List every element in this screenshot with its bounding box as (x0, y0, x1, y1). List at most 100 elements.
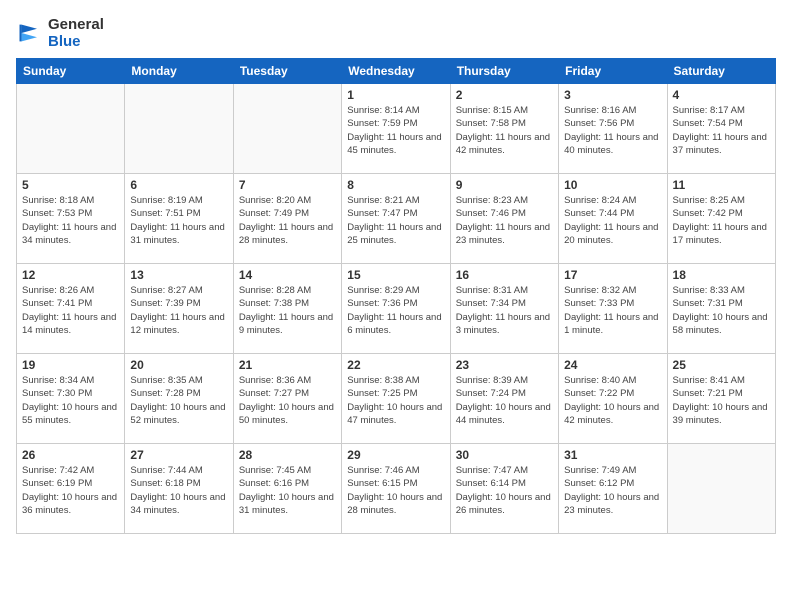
day-number: 4 (673, 88, 770, 102)
day-info: Sunrise: 7:44 AM Sunset: 6:18 PM Dayligh… (130, 464, 227, 517)
calendar-day-header: Sunday (17, 59, 125, 84)
day-info: Sunrise: 8:21 AM Sunset: 7:47 PM Dayligh… (347, 194, 444, 247)
calendar-cell (125, 84, 233, 174)
day-number: 3 (564, 88, 661, 102)
calendar-day-header: Thursday (450, 59, 558, 84)
day-info: Sunrise: 8:20 AM Sunset: 7:49 PM Dayligh… (239, 194, 336, 247)
calendar-week-row: 26 Sunrise: 7:42 AM Sunset: 6:19 PM Dayli… (17, 444, 776, 534)
day-number: 17 (564, 268, 661, 282)
day-info: Sunrise: 8:40 AM Sunset: 7:22 PM Dayligh… (564, 374, 661, 427)
calendar-cell (233, 84, 341, 174)
calendar-cell: 19 Sunrise: 8:34 AM Sunset: 7:30 PM Dayli… (17, 354, 125, 444)
calendar-cell: 18Sunrise: 8:33 AM Sunset: 7:31 PM Dayli… (667, 264, 775, 354)
day-info: Sunrise: 7:42 AM Sunset: 6:19 PM Dayligh… (22, 464, 119, 517)
day-number: 21 (239, 358, 336, 372)
calendar-cell: 8 Sunrise: 8:21 AM Sunset: 7:47 PM Daylig… (342, 174, 450, 264)
calendar-day-header: Saturday (667, 59, 775, 84)
day-info: Sunrise: 8:14 AM Sunset: 7:59 PM Dayligh… (347, 104, 444, 157)
day-info: Sunrise: 8:31 AM Sunset: 7:34 PM Dayligh… (456, 284, 553, 337)
calendar-cell: 30 Sunrise: 7:47 AM Sunset: 6:14 PM Dayli… (450, 444, 558, 534)
day-info: Sunrise: 8:23 AM Sunset: 7:46 PM Dayligh… (456, 194, 553, 247)
calendar-cell: 20 Sunrise: 8:35 AM Sunset: 7:28 PM Dayli… (125, 354, 233, 444)
day-info: Sunrise: 7:49 AM Sunset: 6:12 PM Dayligh… (564, 464, 661, 517)
day-number: 9 (456, 178, 553, 192)
calendar-cell (17, 84, 125, 174)
day-info: Sunrise: 8:33 AM Sunset: 7:31 PM Dayligh… (673, 284, 770, 337)
day-info: Sunrise: 8:18 AM Sunset: 7:53 PM Dayligh… (22, 194, 119, 247)
calendar-cell: 7Sunrise: 8:20 AM Sunset: 7:49 PM Daylig… (233, 174, 341, 264)
day-number: 24 (564, 358, 661, 372)
day-info: Sunrise: 8:38 AM Sunset: 7:25 PM Dayligh… (347, 374, 444, 427)
day-info: Sunrise: 8:39 AM Sunset: 7:24 PM Dayligh… (456, 374, 553, 427)
calendar-cell: 17 Sunrise: 8:32 AM Sunset: 7:33 PM Dayli… (559, 264, 667, 354)
logo: General Blue (16, 16, 104, 50)
day-info: Sunrise: 8:36 AM Sunset: 7:27 PM Dayligh… (239, 374, 336, 427)
day-number: 20 (130, 358, 227, 372)
calendar-cell: 16 Sunrise: 8:31 AM Sunset: 7:34 PM Dayli… (450, 264, 558, 354)
day-number: 2 (456, 88, 553, 102)
day-info: Sunrise: 8:26 AM Sunset: 7:41 PM Dayligh… (22, 284, 119, 337)
calendar-week-row: 1 Sunrise: 8:14 AM Sunset: 7:59 PM Daylig… (17, 84, 776, 174)
calendar-cell: 3 Sunrise: 8:16 AM Sunset: 7:56 PM Daylig… (559, 84, 667, 174)
day-number: 25 (673, 358, 770, 372)
day-number: 26 (22, 448, 119, 462)
day-info: Sunrise: 8:19 AM Sunset: 7:51 PM Dayligh… (130, 194, 227, 247)
calendar-cell: 12 Sunrise: 8:26 AM Sunset: 7:41 PM Dayli… (17, 264, 125, 354)
day-number: 31 (564, 448, 661, 462)
day-number: 23 (456, 358, 553, 372)
logo-text: General Blue (48, 16, 104, 50)
day-info: Sunrise: 8:34 AM Sunset: 7:30 PM Dayligh… (22, 374, 119, 427)
calendar-cell: 14Sunrise: 8:28 AM Sunset: 7:38 PM Dayli… (233, 264, 341, 354)
day-number: 12 (22, 268, 119, 282)
day-info: Sunrise: 8:27 AM Sunset: 7:39 PM Dayligh… (130, 284, 227, 337)
day-info: Sunrise: 8:29 AM Sunset: 7:36 PM Dayligh… (347, 284, 444, 337)
day-number: 8 (347, 178, 444, 192)
calendar-cell: 27 Sunrise: 7:44 AM Sunset: 6:18 PM Dayli… (125, 444, 233, 534)
calendar-cell: 29Sunrise: 7:46 AM Sunset: 6:15 PM Dayli… (342, 444, 450, 534)
day-number: 30 (456, 448, 553, 462)
day-number: 11 (673, 178, 770, 192)
day-info: Sunrise: 8:32 AM Sunset: 7:33 PM Dayligh… (564, 284, 661, 337)
calendar-cell: 25 Sunrise: 8:41 AM Sunset: 7:21 PM Dayli… (667, 354, 775, 444)
day-number: 14 (239, 268, 336, 282)
day-info: Sunrise: 8:16 AM Sunset: 7:56 PM Dayligh… (564, 104, 661, 157)
logo-icon (16, 19, 44, 47)
calendar-cell: 31 Sunrise: 7:49 AM Sunset: 6:12 PM Dayli… (559, 444, 667, 534)
calendar-week-row: 19 Sunrise: 8:34 AM Sunset: 7:30 PM Dayli… (17, 354, 776, 444)
calendar-cell: 22Sunrise: 8:38 AM Sunset: 7:25 PM Dayli… (342, 354, 450, 444)
day-number: 5 (22, 178, 119, 192)
day-number: 19 (22, 358, 119, 372)
calendar-week-row: 12 Sunrise: 8:26 AM Sunset: 7:41 PM Dayli… (17, 264, 776, 354)
calendar-header-row: SundayMondayTuesdayWednesdayThursdayFrid… (17, 59, 776, 84)
calendar-week-row: 5 Sunrise: 8:18 AM Sunset: 7:53 PM Daylig… (17, 174, 776, 264)
calendar-cell: 13 Sunrise: 8:27 AM Sunset: 7:39 PM Dayli… (125, 264, 233, 354)
day-info: Sunrise: 7:45 AM Sunset: 6:16 PM Dayligh… (239, 464, 336, 517)
calendar-cell: 6 Sunrise: 8:19 AM Sunset: 7:51 PM Daylig… (125, 174, 233, 264)
calendar-cell: 1 Sunrise: 8:14 AM Sunset: 7:59 PM Daylig… (342, 84, 450, 174)
day-number: 15 (347, 268, 444, 282)
day-number: 27 (130, 448, 227, 462)
calendar-cell: 4Sunrise: 8:17 AM Sunset: 7:54 PM Daylig… (667, 84, 775, 174)
calendar-cell (667, 444, 775, 534)
calendar-cell: 10Sunrise: 8:24 AM Sunset: 7:44 PM Dayli… (559, 174, 667, 264)
day-number: 6 (130, 178, 227, 192)
day-number: 28 (239, 448, 336, 462)
calendar-cell: 15 Sunrise: 8:29 AM Sunset: 7:36 PM Dayli… (342, 264, 450, 354)
calendar-cell: 23 Sunrise: 8:39 AM Sunset: 7:24 PM Dayli… (450, 354, 558, 444)
calendar-cell: 9 Sunrise: 8:23 AM Sunset: 7:46 PM Daylig… (450, 174, 558, 264)
day-info: Sunrise: 8:15 AM Sunset: 7:58 PM Dayligh… (456, 104, 553, 157)
day-info: Sunrise: 8:35 AM Sunset: 7:28 PM Dayligh… (130, 374, 227, 427)
calendar-cell: 5 Sunrise: 8:18 AM Sunset: 7:53 PM Daylig… (17, 174, 125, 264)
day-info: Sunrise: 8:41 AM Sunset: 7:21 PM Dayligh… (673, 374, 770, 427)
day-number: 13 (130, 268, 227, 282)
calendar-day-header: Tuesday (233, 59, 341, 84)
calendar-cell: 28 Sunrise: 7:45 AM Sunset: 6:16 PM Dayli… (233, 444, 341, 534)
day-info: Sunrise: 7:47 AM Sunset: 6:14 PM Dayligh… (456, 464, 553, 517)
calendar-day-header: Monday (125, 59, 233, 84)
calendar-day-header: Wednesday (342, 59, 450, 84)
day-info: Sunrise: 8:24 AM Sunset: 7:44 PM Dayligh… (564, 194, 661, 247)
day-number: 1 (347, 88, 444, 102)
day-number: 29 (347, 448, 444, 462)
calendar-table: SundayMondayTuesdayWednesdayThursdayFrid… (16, 58, 776, 534)
day-number: 16 (456, 268, 553, 282)
